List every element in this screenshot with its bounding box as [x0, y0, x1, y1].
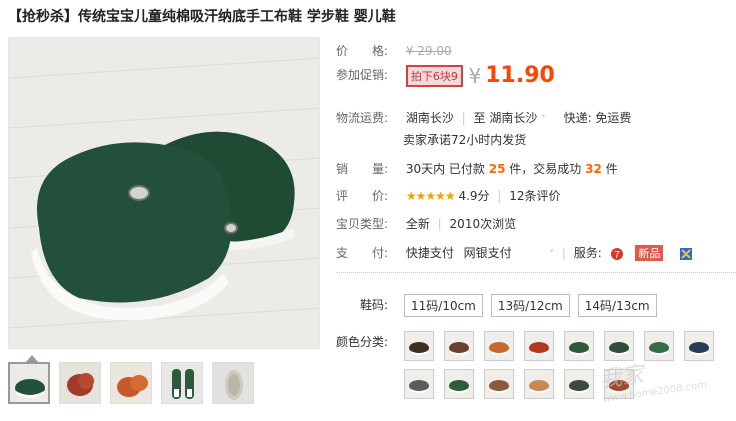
type-value: 全新: [405, 217, 430, 231]
divider-line: [336, 272, 736, 273]
guarantee-icon[interactable]: [679, 247, 693, 261]
review-count-link[interactable]: 12条评价: [509, 189, 560, 203]
product-main-image[interactable]: [8, 37, 320, 349]
seven-day-return-icon[interactable]: 7: [610, 247, 624, 261]
payment-quick[interactable]: 快捷支付: [406, 246, 454, 260]
promo-badge[interactable]: 拍下6块9: [405, 64, 463, 87]
shipping-row: 物流运费: 湖南长沙 | 至 湖南长沙 ˇ 快递: 免运费: [336, 109, 631, 126]
type-row: 宝贝类型: 全新 | 2010次浏览: [336, 215, 516, 232]
thumbnail-orange[interactable]: [110, 362, 152, 404]
color-label: 颜色分类:: [336, 335, 389, 349]
success-unit: 件: [605, 162, 618, 176]
size-option[interactable]: 11码/10cm: [404, 294, 483, 317]
size-options: 11码/10cm 13码/12cm 14码/13cm: [404, 294, 657, 317]
rating-label: 评 价:: [336, 189, 389, 203]
size-option[interactable]: 13码/12cm: [490, 294, 570, 317]
rating-score: 4.9分: [458, 189, 490, 203]
payment-bank[interactable]: 网银支付: [464, 246, 512, 260]
ship-promise: 卖家承诺72小时内发货: [403, 133, 527, 147]
size-option[interactable]: 14码/13cm: [577, 294, 657, 317]
color-swatch[interactable]: [524, 331, 554, 361]
chevron-down-icon[interactable]: ˇ: [550, 250, 555, 260]
current-price: 11.90: [485, 63, 555, 88]
sales-prefix: 30天内 已付款: [405, 162, 485, 176]
thumbnail-red[interactable]: [59, 362, 101, 404]
color-swatch[interactable]: [524, 369, 554, 399]
original-price-label: 价 格:: [336, 44, 389, 58]
shipping-fee: 快递: 免运费: [563, 111, 632, 125]
original-price-row: 价 格: ¥ 29.00: [336, 42, 452, 59]
color-swatch[interactable]: [564, 369, 594, 399]
ship-to: 湖南长沙: [489, 111, 538, 125]
promo-label: 参加促销:: [336, 68, 389, 82]
type-label: 宝贝类型:: [336, 217, 389, 231]
divider: |: [437, 217, 442, 231]
thumbnail-bottom[interactable]: [212, 362, 254, 404]
color-swatch[interactable]: [604, 331, 634, 361]
view-count: 2010次浏览: [449, 217, 517, 231]
thumbnail-pointer: [26, 355, 38, 362]
shoe-photo: [9, 38, 319, 348]
color-swatch[interactable]: [444, 369, 474, 399]
chevron-down-icon: ˇ: [541, 115, 546, 125]
sales-row: 销 量: 30天内 已付款 25 件，交易成功 32 件: [336, 160, 618, 177]
ship-from: 湖南长沙: [405, 111, 454, 125]
paid-unit: 件，交易成功: [509, 162, 582, 176]
success-count: 32: [585, 162, 602, 176]
divider: |: [461, 111, 466, 125]
new-item-badge[interactable]: 新品: [635, 245, 664, 261]
payment-row: 支 付: 快捷支付 网银支付 ˇ | 服务: 7 新品: [336, 244, 693, 261]
currency-symbol: ¥: [468, 63, 482, 88]
sales-label: 销 量:: [336, 162, 389, 176]
color-swatch[interactable]: [484, 331, 514, 361]
divider: |: [561, 246, 566, 260]
thumbnail-strip: [8, 362, 254, 404]
color-swatch[interactable]: [484, 369, 514, 399]
size-label: 鞋码:: [360, 298, 389, 312]
payment-label: 支 付:: [336, 246, 389, 260]
paid-count: 25: [488, 162, 506, 176]
star-rating-icon: ★★★★★: [405, 189, 456, 203]
promo-price-row: 参加促销: 拍下6块9 ¥ 11.90: [336, 63, 555, 88]
rating-row: 评 价: ★★★★★ 4.9分 | 12条评价: [336, 187, 561, 204]
product-title: 【抢秒杀】传统宝宝儿童纯棉吸汗纳底手工布鞋 学步鞋 婴儿鞋: [8, 9, 396, 25]
ship-to-prefix: 至: [473, 111, 486, 125]
service-label: 服务:: [573, 246, 602, 260]
color-swatch[interactable]: [564, 331, 594, 361]
color-swatch[interactable]: [404, 331, 434, 361]
divider: |: [497, 189, 502, 203]
shipping-label: 物流运费:: [336, 111, 389, 125]
thumbnail-sole-view[interactable]: [161, 362, 203, 404]
thumbnail-green[interactable]: [8, 362, 50, 404]
svg-text:7: 7: [614, 250, 620, 261]
color-swatch[interactable]: [404, 369, 434, 399]
color-swatch[interactable]: [444, 331, 474, 361]
ship-to-select[interactable]: 湖南长沙 ˇ: [489, 111, 549, 125]
original-price: ¥ 29.00: [405, 44, 452, 58]
